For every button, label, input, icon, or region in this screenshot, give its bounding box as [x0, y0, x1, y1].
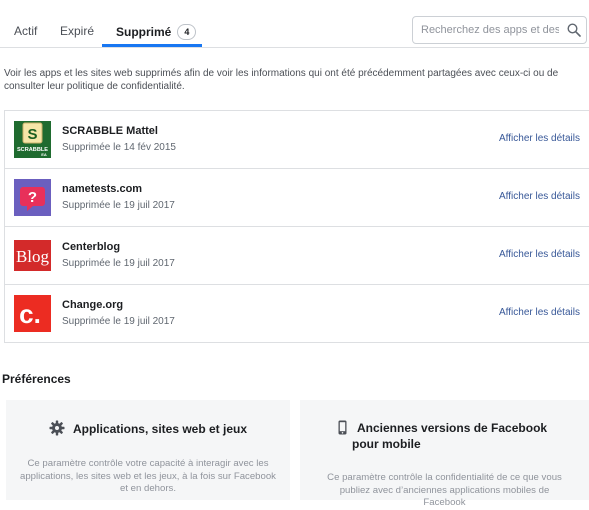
search-box: [412, 16, 587, 44]
view-details-link[interactable]: Afficher les détails: [499, 133, 580, 144]
tab-active[interactable]: Actif: [14, 24, 37, 38]
view-details-link[interactable]: Afficher les détails: [499, 249, 580, 260]
card-description: Ce paramètre contrôle la confidentialité…: [327, 472, 562, 509]
tab-bar: Actif Expiré Supprimé 4: [0, 0, 589, 48]
card-title: Anciennes versions de Facebook pour mobi…: [338, 420, 569, 452]
tab-expired[interactable]: Expiré: [60, 24, 94, 38]
card-title-text: Anciennes versions de Facebook pour mobi…: [352, 421, 548, 451]
app-name: Centerblog: [62, 241, 121, 253]
old-mobile-versions-card[interactable]: Anciennes versions de Facebook pour mobi…: [300, 400, 589, 508]
search-icon[interactable]: [567, 23, 581, 37]
scrabble-logo: S SCRABBLE EA: [14, 121, 51, 158]
tab-deleted-count-badge: 4: [177, 24, 197, 40]
svg-text:EA: EA: [41, 152, 47, 157]
app-row-nametests: ? nametests.com Supprimée le 19 juil 201…: [5, 169, 589, 227]
search-input[interactable]: [421, 22, 559, 38]
centerblog-logo-text: Blog: [16, 247, 50, 266]
app-deleted-date: Supprimée le 14 fév 2015: [62, 142, 176, 153]
change-org-logo-text: c.: [19, 299, 41, 329]
app-deleted-date: Supprimée le 19 juil 2017: [62, 200, 175, 211]
mobile-phone-icon: [338, 420, 347, 435]
active-tab-indicator: [102, 44, 202, 47]
app-row-scrabble: S SCRABBLE EA SCRABBLE Mattel Supprimée …: [5, 111, 589, 169]
intro-text: Voir les apps et les sites web supprimés…: [4, 68, 559, 92]
app-name: Change.org: [62, 299, 124, 311]
svg-text:S: S: [27, 126, 37, 143]
card-title: Applications, sites web et jeux: [6, 420, 290, 437]
app-deleted-date: Supprimée le 19 juil 2017: [62, 316, 175, 327]
nametests-logo: ?: [14, 179, 51, 216]
tab-deleted-label: Supprimé: [116, 25, 172, 39]
app-name: SCRABBLE Mattel: [62, 125, 158, 137]
deleted-apps-list: S SCRABBLE EA SCRABBLE Mattel Supprimée …: [4, 110, 589, 343]
gear-icon: [49, 420, 65, 436]
preferences-heading: Préférences: [2, 372, 71, 386]
app-name: nametests.com: [62, 183, 143, 195]
change-org-logo: c.: [14, 295, 51, 332]
tab-deleted[interactable]: Supprimé 4: [116, 24, 197, 40]
view-details-link[interactable]: Afficher les détails: [499, 307, 580, 318]
centerblog-logo: Blog: [14, 237, 51, 274]
app-deleted-date: Supprimée le 19 juil 2017: [62, 258, 175, 269]
view-details-link[interactable]: Afficher les détails: [499, 191, 580, 202]
card-title-text: Applications, sites web et jeux: [72, 422, 248, 436]
app-row-change-org: c. Change.org Supprimée le 19 juil 2017 …: [5, 285, 589, 342]
apps-websites-games-card[interactable]: Applications, sites web et jeux Ce param…: [6, 400, 290, 500]
card-description: Ce paramètre contrôle votre capacité à i…: [20, 458, 276, 495]
app-row-centerblog: Blog Centerblog Supprimée le 19 juil 201…: [5, 227, 589, 285]
svg-text:?: ?: [28, 189, 37, 206]
